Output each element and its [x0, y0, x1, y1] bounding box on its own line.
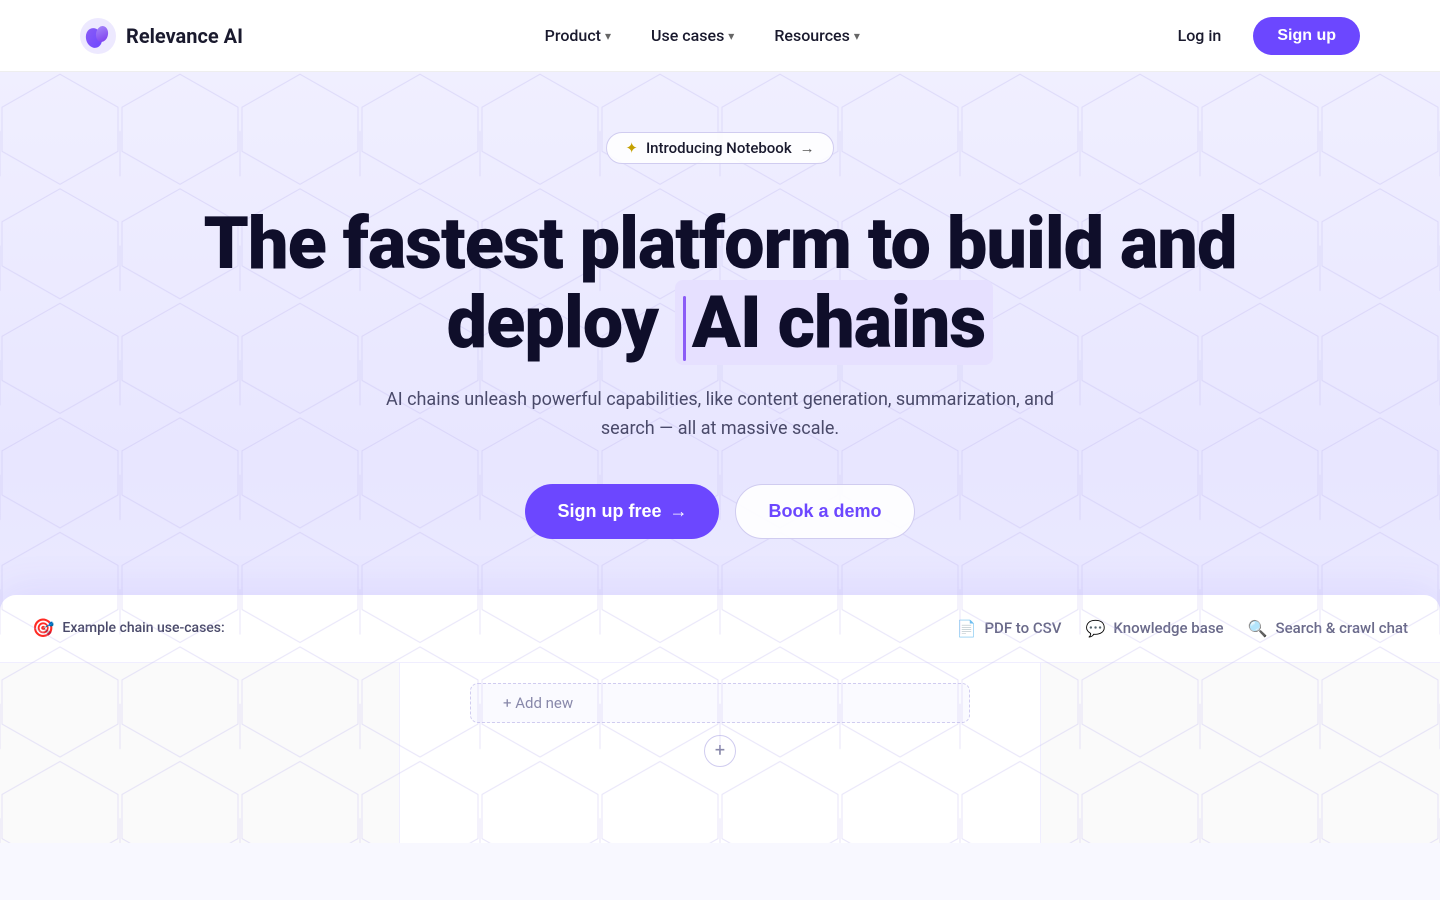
- signup-button[interactable]: Sign up: [1253, 17, 1360, 55]
- demo-tab-search-label: Search & crawl chat: [1276, 619, 1409, 637]
- hero-headline-highlight: AI chains: [675, 280, 993, 365]
- announcing-badge[interactable]: ✦ Introducing Notebook →: [606, 132, 833, 164]
- demo-tab-knowledge-label: Knowledge base: [1113, 619, 1223, 637]
- hero-headline-part2: deploy: [447, 280, 675, 365]
- nav-item-resources[interactable]: Resources ▾: [758, 18, 876, 53]
- knowledge-icon: 💬: [1085, 619, 1105, 638]
- demo-card-body: + Add new +: [0, 663, 1440, 843]
- cta-buttons: Sign up free → Book a demo: [80, 484, 1360, 539]
- demo-label: 🎯 Example chain use-cases:: [32, 618, 225, 639]
- add-new-label: + Add new: [503, 694, 573, 712]
- demo-tab-knowledge[interactable]: 💬 Knowledge base: [1085, 615, 1223, 642]
- book-demo-button[interactable]: Book a demo: [735, 484, 914, 539]
- demo-tab-pdf[interactable]: 📄 PDF to CSV: [957, 615, 1062, 642]
- hero-headline: The fastest platform to build and deploy…: [80, 204, 1360, 362]
- logo-link[interactable]: Relevance AI: [80, 18, 243, 54]
- add-new-button[interactable]: + Add new: [470, 683, 970, 723]
- plus-circle-button[interactable]: +: [704, 735, 736, 767]
- hero-subtext: AI chains unleash powerful capabilities,…: [380, 386, 1060, 444]
- nav-item-product[interactable]: Product ▾: [529, 18, 627, 53]
- demo-col-right: [1041, 663, 1440, 843]
- demo-col-left: [0, 663, 400, 843]
- nav-item-usecases[interactable]: Use cases ▾: [635, 18, 750, 53]
- demo-card: 🎯 Example chain use-cases: 📄 PDF to CSV …: [0, 595, 1440, 843]
- pdf-icon: 📄: [957, 619, 977, 638]
- nav-links: Product ▾ Use cases ▾ Resources ▾: [529, 18, 876, 53]
- nav-usecases-label: Use cases: [651, 26, 724, 45]
- spark-icon: ✦: [625, 139, 638, 157]
- demo-tab-search[interactable]: 🔍 Search & crawl chat: [1248, 615, 1408, 642]
- demo-tab-pdf-label: PDF to CSV: [984, 619, 1061, 637]
- logo-icon: [80, 18, 116, 54]
- hero-section: ✦ Introducing Notebook → The fastest pla…: [0, 72, 1440, 843]
- demo-label-icon: 🎯: [32, 618, 54, 639]
- chevron-down-icon: ▾: [728, 29, 734, 43]
- hero-headline-part1: The fastest platform to build and: [204, 201, 1237, 286]
- search-icon: 🔍: [1248, 619, 1268, 638]
- badge-text: Introducing Notebook: [646, 139, 792, 157]
- signup-free-label: Sign up free: [557, 501, 661, 522]
- chevron-down-icon: ▾: [605, 29, 611, 43]
- signup-free-button[interactable]: Sign up free →: [525, 484, 719, 539]
- arrow-icon: →: [800, 139, 815, 157]
- chevron-down-icon: ▾: [854, 29, 860, 43]
- arrow-right-icon: →: [669, 501, 687, 522]
- logo-text: Relevance AI: [126, 24, 243, 48]
- demo-card-header: 🎯 Example chain use-cases: 📄 PDF to CSV …: [0, 595, 1440, 663]
- navbar: Relevance AI Product ▾ Use cases ▾ Resou…: [0, 0, 1440, 72]
- nav-product-label: Product: [545, 26, 601, 45]
- nav-actions: Log in Sign up: [1162, 17, 1360, 55]
- demo-tabs: 📄 PDF to CSV 💬 Knowledge base 🔍 Search &…: [957, 615, 1408, 642]
- demo-label-text: Example chain use-cases:: [62, 620, 224, 636]
- login-button[interactable]: Log in: [1162, 18, 1238, 53]
- book-demo-label: Book a demo: [768, 501, 881, 522]
- nav-resources-label: Resources: [774, 26, 850, 45]
- demo-col-main: + Add new +: [400, 663, 1040, 843]
